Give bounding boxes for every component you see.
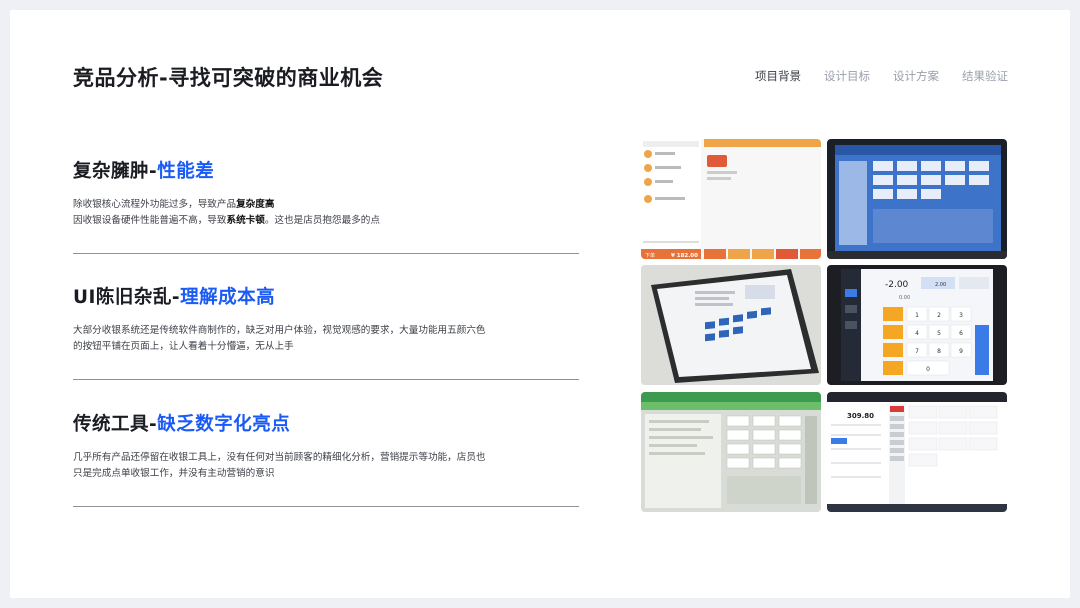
- section-traditional-tools: 传统工具-缺乏数字化亮点 几乎所有产品还停留在收银工具上，没有任何对当前顾客的精…: [73, 410, 579, 482]
- section-heading: 复杂臃肿-性能差: [73, 157, 579, 183]
- key-1: 1: [915, 312, 919, 319]
- section-outdated-ui: UI陈旧杂乱-理解成本高 大部分收银系统还是传统软件商制作的，缺乏对用户体验，视…: [73, 283, 579, 355]
- section-heading: UI陈旧杂乱-理解成本高: [73, 283, 579, 309]
- key-7: 7: [915, 348, 919, 355]
- heading-main: UI陈旧杂乱-: [73, 287, 181, 308]
- heading-highlight: 缺乏数字化亮点: [157, 414, 291, 435]
- divider: [73, 253, 579, 254]
- heading-highlight: 性能差: [157, 161, 215, 182]
- section-description: 除收银核心流程外功能过多，导致产品复杂度高 因收银设备硬件性能普遍不高，导致系统…: [73, 197, 579, 229]
- desc-text: 大部分收银系统还是传统软件商制作的，缺乏对用户体验，视觉观感的要求，大量功能用五…: [73, 325, 486, 336]
- key-3: 3: [959, 312, 963, 319]
- section-heading: 传统工具-缺乏数字化亮点: [73, 410, 579, 436]
- key-0: 0: [926, 366, 930, 373]
- screenshot-pos-dark-table: 309.80: [827, 392, 1007, 512]
- desc-emphasis: 系统卡顿: [226, 215, 265, 226]
- desc-text: 几乎所有产品还停留在收银工具上，没有任何对当前顾客的精细化分析，营销提示等功能，…: [73, 452, 486, 463]
- table-total: 309.80: [847, 412, 874, 420]
- key-6: 6: [959, 330, 963, 337]
- divider: [73, 506, 579, 507]
- screenshot-pos-keypad: -2.00 2.00 0.00 1 2 3 4 5 6 7 8 9 0: [827, 265, 1007, 385]
- screenshot-pos-photo-angled: [641, 265, 821, 385]
- nav-item-goals[interactable]: 设计目标: [824, 68, 870, 84]
- divider: [73, 379, 579, 380]
- heading-main: 传统工具-: [73, 414, 158, 435]
- key-5: 5: [937, 330, 941, 337]
- desc-text: 。这也是店员抱怨最多的点: [264, 215, 380, 226]
- desc-text: 的按钮平铺在页面上，让人看着十分懵逼，无从上手: [73, 341, 294, 352]
- key-8: 8: [937, 348, 941, 355]
- keypad-amount: -2.00: [885, 280, 909, 290]
- keypad-value-2: 0.00: [899, 295, 910, 301]
- section-description: 几乎所有产品还停留在收银工具上，没有任何对当前顾客的精细化分析，营销提示等功能，…: [73, 450, 579, 482]
- competitor-screenshots: 下单 ¥ 182.00 -2.00 2.00 0.00 1 2 3 4 5 6 …: [641, 139, 1007, 512]
- nav-item-solution[interactable]: 设计方案: [893, 68, 939, 84]
- desc-text: 因收银设备硬件性能普遍不高，导致: [73, 215, 227, 226]
- keypad-value-1: 2.00: [935, 282, 946, 288]
- slide-canvas: 竞品分析-寻找可突破的商业机会 项目背景 设计目标 设计方案 结果验证 复杂臃肿…: [10, 10, 1070, 598]
- nav-item-results[interactable]: 结果验证: [962, 68, 1008, 84]
- screenshot-pos-green-legacy: [641, 392, 821, 512]
- desc-text: 除收银核心流程外功能过多，导致产品: [73, 199, 237, 210]
- key-2: 2: [937, 312, 941, 319]
- key-4: 4: [915, 330, 919, 337]
- top-nav: 项目背景 设计目标 设计方案 结果验证: [755, 68, 1008, 84]
- heading-highlight: 理解成本高: [180, 287, 276, 308]
- order-total: ¥ 182.00: [671, 253, 698, 259]
- desc-emphasis: 复杂度高: [236, 199, 275, 210]
- screenshot-pos-order: 下单 ¥ 182.00: [641, 139, 821, 259]
- submit-order-label: 下单: [645, 252, 655, 259]
- screenshot-pos-tablet: [827, 139, 1007, 259]
- key-9: 9: [959, 348, 963, 355]
- nav-item-background[interactable]: 项目背景: [755, 68, 801, 84]
- desc-text: 只是完成点单收银工作，并没有主动营销的意识: [73, 468, 275, 479]
- heading-main: 复杂臃肿-: [73, 161, 158, 182]
- page-title: 竞品分析-寻找可突破的商业机会: [73, 66, 384, 90]
- section-complexity: 复杂臃肿-性能差 除收银核心流程外功能过多，导致产品复杂度高 因收银设备硬件性能…: [73, 157, 579, 229]
- section-description: 大部分收银系统还是传统软件商制作的，缺乏对用户体验，视觉观感的要求，大量功能用五…: [73, 323, 579, 355]
